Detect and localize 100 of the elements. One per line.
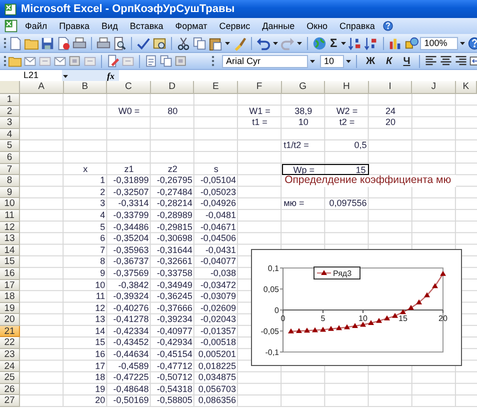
table-cell-text: -0,05023: [199, 186, 237, 198]
table-cell-text: -0,34949: [156, 280, 194, 292]
row-header[interactable]: 17: [0, 280, 20, 292]
row-header[interactable]: 3: [0, 117, 20, 129]
row-header[interactable]: 5: [0, 140, 20, 152]
column-header[interactable]: E: [194, 81, 238, 94]
column-header[interactable]: K: [456, 81, 477, 94]
table-cell-text: -0,35204: [112, 233, 150, 245]
table-cell-text: -0,31899: [112, 175, 150, 187]
table-cell-text: -0,36737: [112, 256, 150, 268]
table-cell-text: 0,005201: [197, 349, 237, 361]
axis-label: 20: [438, 314, 448, 323]
row-header[interactable]: 11: [0, 210, 20, 222]
table-cell-text: -0,05104: [199, 175, 237, 187]
axis-label: 10: [358, 314, 368, 323]
menu-item[interactable]: Файл: [20, 21, 52, 31]
menu-item[interactable]: Сервис: [214, 21, 256, 31]
row-header[interactable]: 1: [0, 94, 20, 106]
table-cell-text: -0,43452: [112, 337, 150, 350]
row-header[interactable]: 4: [0, 128, 20, 140]
table-cell-text: -0,3314: [117, 198, 150, 210]
row-header[interactable]: 26: [0, 384, 20, 396]
menu-item[interactable]: Справка: [334, 21, 380, 31]
bold-button[interactable]: Ж: [361, 56, 380, 66]
column-header[interactable]: G: [282, 81, 326, 94]
row-header[interactable]: 7: [0, 164, 20, 176]
row-header[interactable]: 2: [0, 106, 20, 118]
table-cell-text: 19: [94, 384, 106, 396]
table-cell-text: -0,30698: [156, 233, 194, 245]
column-header[interactable]: H: [325, 81, 369, 94]
table-cell-text: 12: [94, 302, 106, 314]
table-cell-text: 18: [94, 372, 106, 384]
table-cell-text: W2 =: [335, 106, 359, 118]
table-cell-text: -0,32507: [112, 186, 150, 198]
row-header[interactable]: 6: [0, 152, 20, 164]
axis-label: -0,05: [260, 327, 279, 336]
table-cell-text: 0,018225: [197, 360, 237, 372]
column-header[interactable]: D: [150, 81, 194, 94]
menu-item[interactable]: Вставка: [124, 21, 168, 31]
axis-label: 0: [280, 314, 286, 323]
table-cell-text: -0,0481: [204, 210, 237, 222]
menu-item[interactable]: Формат: [170, 21, 212, 31]
legend-label: Ряд3: [333, 269, 352, 278]
table-cell-text: -0,54318: [156, 384, 194, 396]
column-header[interactable]: B: [64, 81, 108, 94]
row-header[interactable]: 27: [0, 395, 20, 408]
font-dropdown[interactable]: Arial Cyr: [222, 54, 308, 68]
table-cell-text: -0,40276: [112, 302, 150, 314]
table-cell-text: 10: [297, 117, 310, 129]
menu-item[interactable]: Правка: [54, 21, 95, 31]
font-name: Arial Cyr: [226, 56, 261, 66]
row-header[interactable]: 10: [0, 198, 20, 210]
autosum-button[interactable]: Σ: [328, 36, 340, 50]
table-cell-text: -0,37569: [112, 268, 150, 280]
menu-item[interactable]: Окно: [302, 21, 333, 31]
row-header[interactable]: 19: [0, 302, 20, 314]
column-header[interactable]: I: [368, 81, 412, 94]
table-cell-text: z2: [166, 164, 178, 176]
font-size-dropdown[interactable]: 10: [320, 54, 344, 68]
table-cell-text: 9: [99, 268, 106, 280]
table-cell-text: 80: [166, 106, 179, 118]
row-header[interactable]: 15: [0, 256, 20, 268]
zoom-dropdown[interactable]: 100%: [420, 36, 458, 50]
table-cell-text: -0,02609: [199, 302, 237, 314]
table-cell-text: -0,39234: [156, 314, 194, 326]
table-cell-text: -0,39324: [112, 291, 150, 303]
row-header[interactable]: 8: [0, 175, 20, 187]
row-header[interactable]: 9: [0, 186, 20, 198]
column-header[interactable]: C: [107, 81, 151, 94]
name-box[interactable]: L21: [0, 70, 62, 81]
table-cell-text: 0,056703: [197, 384, 237, 396]
table-cell-text: -0,4589: [117, 360, 150, 372]
table-cell-text: -0,03472: [199, 280, 237, 292]
table-cell-text: z1: [123, 164, 135, 176]
row-header[interactable]: 14: [0, 244, 20, 256]
column-header[interactable]: A: [20, 81, 64, 94]
function-button[interactable]: fx: [107, 70, 114, 80]
row-header[interactable]: 24: [0, 360, 20, 372]
table-cell-text: -0,32661: [156, 256, 194, 268]
column-header[interactable]: J: [412, 81, 456, 94]
row-header[interactable]: 18: [0, 291, 20, 303]
table-cell-text: 0,097556: [328, 198, 368, 210]
row-header[interactable]: 23: [0, 349, 20, 361]
row-header[interactable]: 25: [0, 372, 20, 384]
table-cell-text: -0,33758: [156, 268, 194, 280]
row-header[interactable]: 16: [0, 268, 20, 280]
menu-item[interactable]: Вид: [96, 21, 123, 31]
italic-button[interactable]: К: [381, 56, 398, 66]
row-header[interactable]: 20: [0, 314, 20, 326]
table-cell-text: -0,35963: [112, 244, 150, 256]
row-header[interactable]: 13: [0, 233, 20, 245]
table-cell-text: t1 =: [251, 117, 268, 129]
row-header[interactable]: 12: [0, 222, 20, 234]
column-header[interactable]: F: [238, 81, 282, 94]
row-header[interactable]: 21: [0, 326, 20, 338]
menu-item[interactable]: Данные: [257, 21, 300, 31]
underline-button[interactable]: Ч: [398, 56, 416, 66]
table-cell-text: -0,04671: [199, 222, 237, 234]
table-cell-text: 5: [99, 222, 106, 234]
row-header[interactable]: 22: [0, 337, 20, 350]
